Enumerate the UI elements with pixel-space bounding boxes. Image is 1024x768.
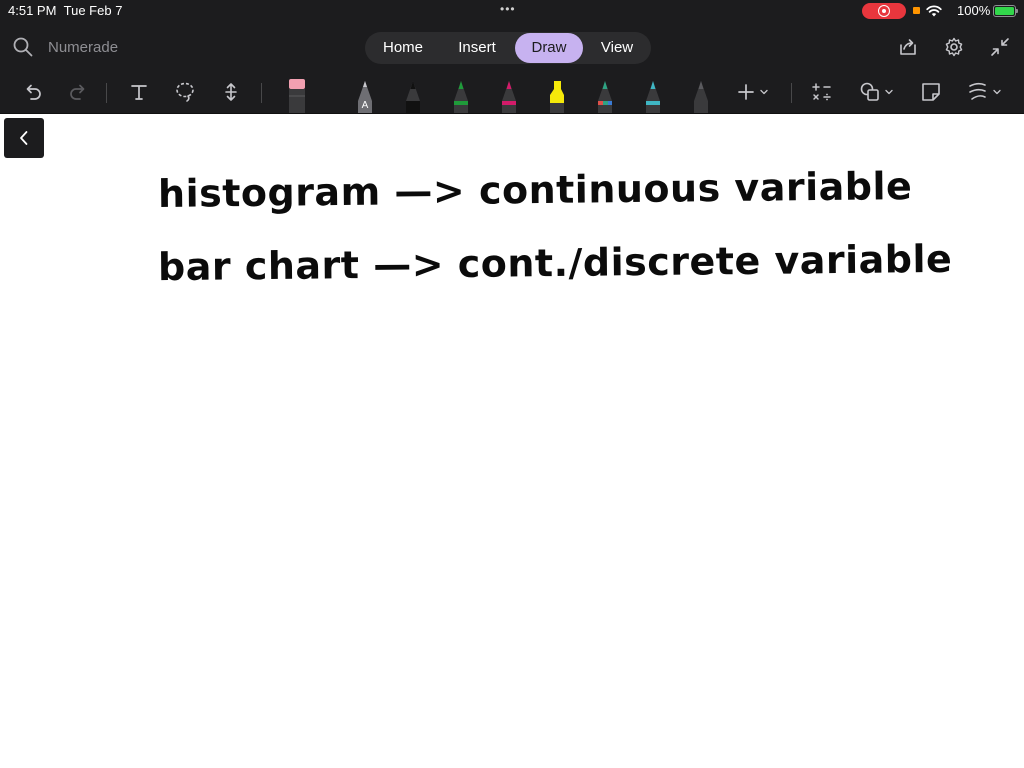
tab-view[interactable]: View [587, 33, 647, 63]
lasso-tool-button[interactable] [170, 70, 200, 114]
toolbar-divider [106, 83, 107, 103]
top-bar: Home Insert Draw View [0, 22, 1024, 70]
draw-toolbar: A [0, 70, 1024, 114]
pencil-tool-button[interactable]: A [350, 70, 380, 114]
search-box[interactable] [12, 34, 252, 60]
undo-button[interactable] [18, 70, 48, 114]
space-icon [225, 83, 237, 101]
multitask-dots[interactable]: ••• [500, 2, 516, 16]
pen-gray-button[interactable] [686, 70, 716, 114]
math-button[interactable] [807, 70, 837, 114]
pen-black-button[interactable] [398, 70, 428, 114]
toolbar-divider [261, 83, 262, 103]
redo-icon [70, 84, 85, 100]
mic-indicator-icon [913, 7, 920, 14]
toolbar-divider [791, 83, 792, 103]
tab-home[interactable]: Home [367, 33, 439, 63]
shapes-icon [860, 82, 879, 101]
search-input[interactable] [48, 34, 238, 60]
handwritten-line-2: bar chart —> cont./discrete variable [157, 236, 953, 290]
screen-record-indicator[interactable] [862, 3, 906, 19]
pen-green-button[interactable] [446, 70, 476, 114]
chevron-left-icon [20, 131, 28, 145]
shapes-button[interactable] [854, 70, 898, 114]
add-icon [737, 84, 754, 100]
math-icon [812, 83, 831, 101]
battery-percent: 100% [957, 3, 991, 18]
ink-to-shape-icon [969, 82, 986, 100]
status-bar: 4:51 PM Tue Feb 7 ••• 100% [0, 0, 1024, 22]
add-space-button[interactable] [216, 70, 246, 114]
lasso-icon [176, 82, 194, 102]
undo-icon [26, 84, 41, 100]
search-icon [13, 37, 33, 57]
tab-insert[interactable]: Insert [443, 33, 511, 63]
text-icon [131, 85, 147, 100]
share-icon[interactable] [897, 36, 919, 58]
text-tool-button[interactable] [124, 70, 154, 114]
back-button[interactable] [4, 118, 44, 158]
redo-button[interactable] [63, 70, 93, 114]
handwritten-line-1: histogram —> continuous variable [157, 164, 913, 216]
ink-to-shape-button[interactable] [962, 70, 1006, 114]
ribbon-tabs: Home Insert Draw View [365, 32, 651, 64]
pen-cyan-button[interactable] [638, 70, 668, 114]
tab-draw[interactable]: Draw [515, 33, 583, 63]
pen-icon [502, 81, 516, 113]
pen-icon [406, 81, 420, 113]
pen-magenta-button[interactable] [494, 70, 524, 114]
svg-text:A: A [362, 100, 369, 111]
chevron-down-icon [993, 89, 1001, 95]
chevron-down-icon [759, 89, 768, 95]
chevron-down-icon [885, 89, 893, 95]
battery-icon [993, 5, 1018, 17]
status-time: 4:51 PM Tue Feb 7 [8, 3, 123, 18]
pen-icon [598, 81, 612, 113]
collapse-icon[interactable] [989, 36, 1011, 58]
sticky-note-icon [922, 83, 940, 101]
wifi-icon [926, 5, 942, 17]
sticky-note-button[interactable] [916, 70, 946, 114]
highlighter-icon [550, 81, 564, 113]
pen-icon [646, 81, 660, 113]
settings-icon[interactable] [943, 36, 965, 58]
eraser-tool-button[interactable] [282, 70, 312, 114]
eraser-icon [289, 79, 305, 113]
pen-icon [694, 81, 708, 113]
pencil-icon: A [358, 81, 372, 113]
record-icon [878, 5, 890, 17]
pen-rainbow-button[interactable] [590, 70, 620, 114]
add-pen-button[interactable] [732, 70, 772, 114]
pen-icon [454, 81, 468, 113]
highlighter-yellow-button[interactable] [542, 70, 572, 114]
